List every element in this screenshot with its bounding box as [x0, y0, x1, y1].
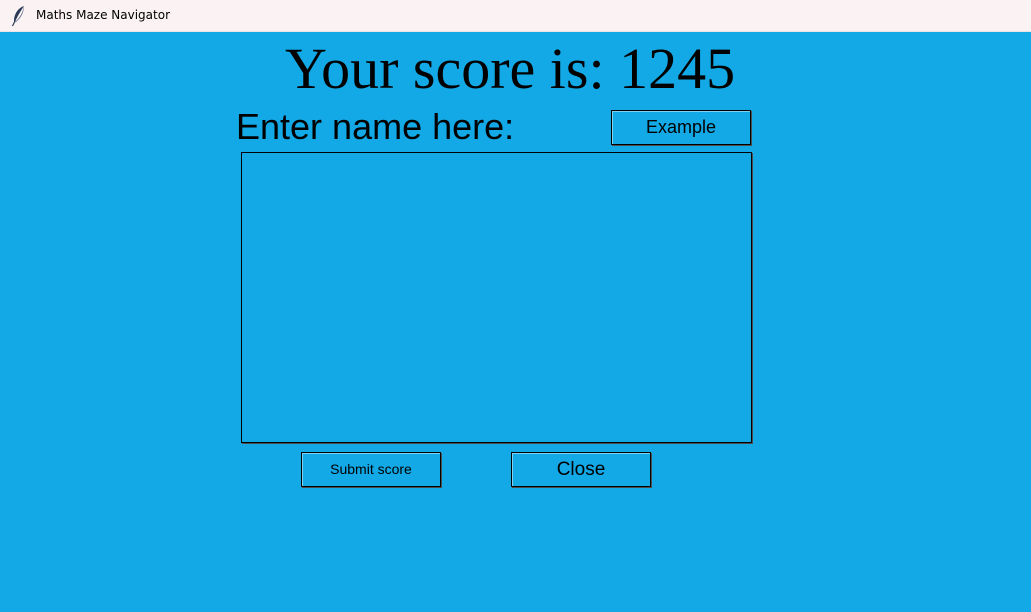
window-title: Maths Maze Navigator — [36, 8, 171, 22]
app-window: Maths Maze Navigator Your score is: 1245… — [0, 0, 1031, 612]
name-input[interactable] — [241, 152, 752, 443]
feather-icon — [11, 5, 27, 27]
title-bar[interactable]: Maths Maze Navigator — [0, 0, 1031, 32]
close-button[interactable]: Close — [511, 452, 651, 487]
example-button[interactable]: Example — [611, 110, 751, 145]
enter-name-label: Enter name here: — [236, 106, 515, 147]
submit-score-button[interactable]: Submit score — [301, 452, 441, 487]
score-screen: Your score is: 1245 Enter name here: Exa… — [0, 32, 1031, 612]
score-label: Your score is: 1245 — [285, 36, 736, 101]
